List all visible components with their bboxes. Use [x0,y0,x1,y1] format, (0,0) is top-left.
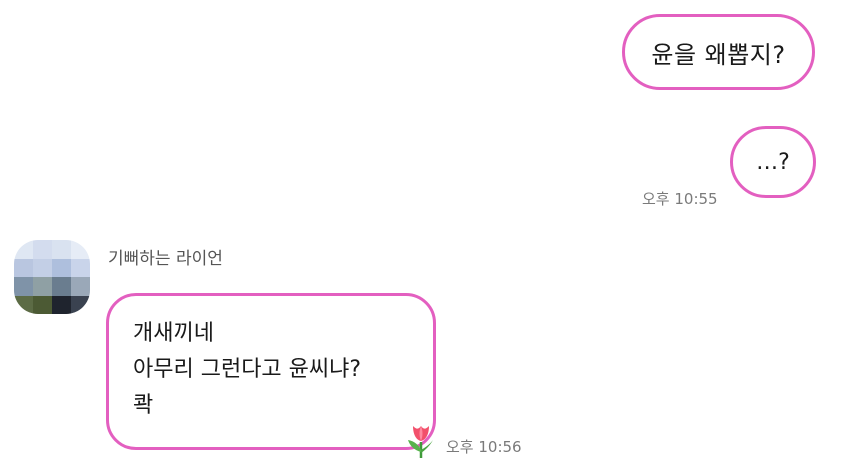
sent-message-bubble[interactable]: 윤을 왜뽑지? [622,14,815,90]
message-timestamp: 오후 10:55 [642,190,718,208]
message-timestamp: 오후 10:56 [446,438,522,456]
sender-name: 기뻐하는 라이언 [108,249,223,269]
sent-message-text: 윤을 왜뽑지? [651,40,786,69]
sent-message-bubble[interactable]: …? [730,126,816,198]
received-message-bubble[interactable]: 개새끼네 아무리 그런다고 윤씨냐? 콱 [106,293,436,450]
chat-view: 윤을 왜뽑지? …? 오후 10:55 기뻐하는 라이언 개새끼네 아무리 그런… [0,0,845,475]
received-message-line: 콱 [133,393,154,418]
received-message-line: 아무리 그런다고 윤씨냐? [133,357,362,382]
tulip-icon[interactable] [404,420,438,460]
avatar[interactable] [14,240,90,314]
sent-message-text: …? [756,149,790,175]
received-message-line: 개새끼네 [133,321,214,346]
